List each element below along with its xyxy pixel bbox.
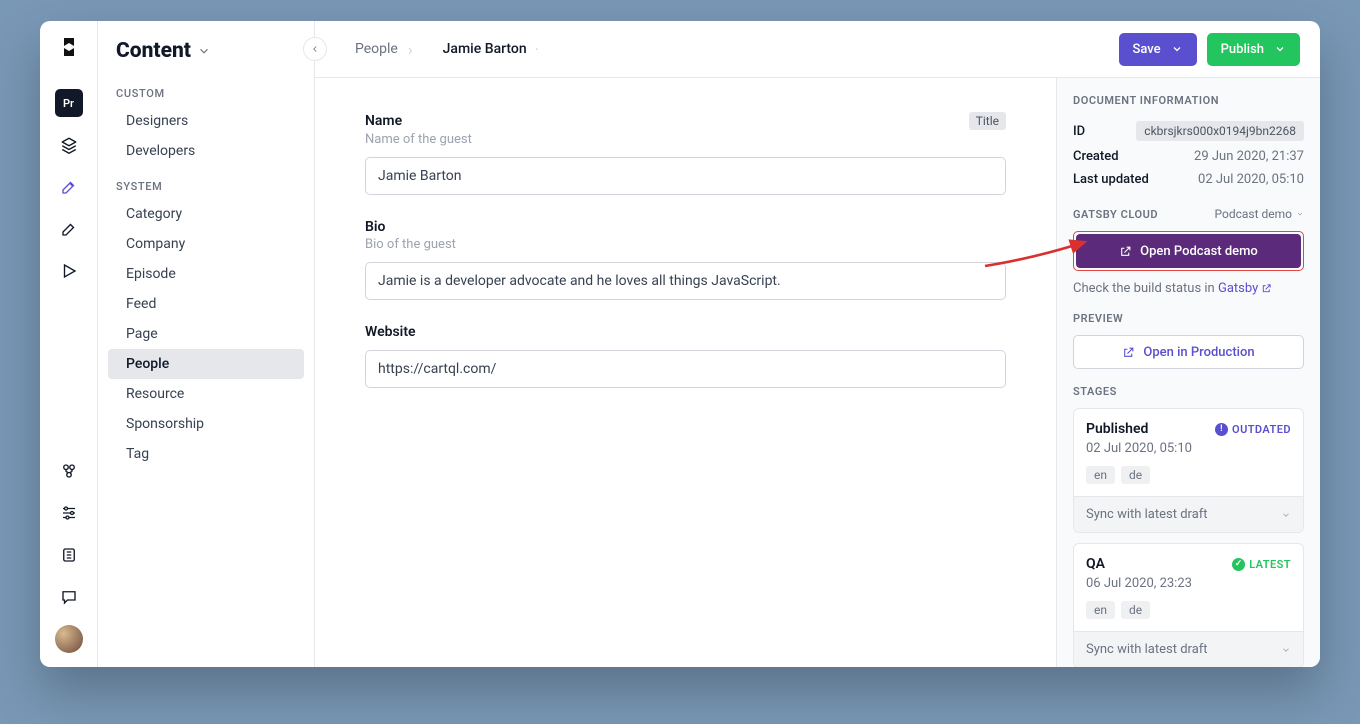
sidebar-item-designers[interactable]: Designers bbox=[108, 106, 304, 136]
field-name: Name Title Name of the guest bbox=[365, 112, 1006, 195]
sidebar-item-company[interactable]: Company bbox=[108, 229, 304, 259]
sync-with-draft-button[interactable]: Sync with latest draft bbox=[1074, 496, 1303, 532]
lang-chip[interactable]: de bbox=[1121, 466, 1150, 484]
sidebar-item-sponsorship[interactable]: Sponsorship bbox=[108, 409, 304, 439]
section-label-custom: CUSTOM bbox=[98, 81, 314, 106]
stage-title: QA bbox=[1086, 556, 1105, 572]
form-area: Name Title Name of the guest Bio Bio of … bbox=[315, 78, 1056, 667]
document-information: DOCUMENT INFORMATION ID ckbrsjkrs000x0194… bbox=[1057, 78, 1320, 207]
main-area: People › Jamie Barton · Save Publish Nam… bbox=[315, 21, 1320, 667]
gatsby-hint: Check the build status in Gatsby bbox=[1073, 281, 1304, 296]
save-button[interactable]: Save bbox=[1119, 33, 1197, 66]
breadcrumb-root[interactable]: People bbox=[355, 41, 398, 57]
stage-date: 02 Jul 2020, 05:10 bbox=[1086, 441, 1291, 456]
server-icon[interactable] bbox=[55, 541, 83, 569]
breadcrumb-sep: › bbox=[408, 40, 413, 59]
gatsby-link[interactable]: Gatsby bbox=[1218, 281, 1272, 296]
stage-date: 06 Jul 2020, 23:23 bbox=[1086, 576, 1291, 591]
bio-input[interactable] bbox=[365, 262, 1006, 300]
updated-label: Last updated bbox=[1073, 172, 1149, 187]
stages-section: STAGES Published !OUTDATED 02 Jul 2020, … bbox=[1057, 385, 1320, 667]
website-input[interactable] bbox=[365, 350, 1006, 388]
chevron-down-icon bbox=[1171, 43, 1183, 55]
id-label: ID bbox=[1073, 124, 1085, 139]
field-hint: Bio of the guest bbox=[365, 237, 1006, 252]
edit-icon[interactable] bbox=[55, 173, 83, 201]
field-bio: Bio Bio of the guest bbox=[365, 219, 1006, 300]
sidebar-item-resource[interactable]: Resource bbox=[108, 379, 304, 409]
gatsby-target-select[interactable]: Podcast demo bbox=[1214, 207, 1304, 221]
sidebar-item-tag[interactable]: Tag bbox=[108, 439, 304, 469]
breadcrumb-current: Jamie Barton bbox=[443, 41, 527, 57]
created-label: Created bbox=[1073, 149, 1119, 164]
sidebar-item-category[interactable]: Category bbox=[108, 199, 304, 229]
external-link-icon bbox=[1261, 283, 1272, 294]
breadcrumb-trailing: · bbox=[535, 40, 539, 59]
chevron-down-icon bbox=[1281, 510, 1291, 520]
section-label: DOCUMENT INFORMATION bbox=[1073, 94, 1304, 107]
brand-logo bbox=[57, 35, 81, 59]
sidebar: Content CUSTOM Designers Developers SYST… bbox=[98, 21, 315, 667]
field-label: Name bbox=[365, 113, 402, 129]
sync-with-draft-button[interactable]: Sync with latest draft bbox=[1074, 631, 1303, 667]
publish-button[interactable]: Publish bbox=[1207, 33, 1300, 66]
sidebar-item-people[interactable]: People bbox=[108, 349, 304, 379]
updated-value: 02 Jul 2020, 05:10 bbox=[1198, 172, 1304, 187]
lang-chip[interactable]: de bbox=[1121, 601, 1150, 619]
lang-chip[interactable]: en bbox=[1086, 601, 1115, 619]
right-panel: DOCUMENT INFORMATION ID ckbrsjkrs000x0194… bbox=[1056, 78, 1320, 667]
field-website: Website bbox=[365, 324, 1006, 388]
collapse-sidebar-button[interactable] bbox=[303, 37, 327, 61]
user-avatar[interactable] bbox=[55, 625, 83, 653]
chat-icon[interactable] bbox=[55, 583, 83, 611]
stage-card-qa: QA ✓LATEST 06 Jul 2020, 23:23 en de Sync… bbox=[1073, 543, 1304, 667]
lang-chip[interactable]: en bbox=[1086, 466, 1115, 484]
section-label-system: SYSTEM bbox=[98, 174, 314, 199]
webhooks-icon[interactable] bbox=[55, 457, 83, 485]
project-badge[interactable]: Pr bbox=[55, 89, 83, 117]
sidebar-item-developers[interactable]: Developers bbox=[108, 136, 304, 166]
chevron-down-icon bbox=[1281, 645, 1291, 655]
layers-icon[interactable] bbox=[55, 131, 83, 159]
topbar: People › Jamie Barton · Save Publish bbox=[315, 21, 1320, 78]
id-value[interactable]: ckbrsjkrs000x0194j9bn2268 bbox=[1136, 121, 1304, 141]
field-label: Website bbox=[365, 324, 416, 340]
demo-button-highlight: Open Podcast demo bbox=[1073, 231, 1304, 271]
field-hint: Name of the guest bbox=[365, 132, 1006, 147]
section-label: STAGES bbox=[1073, 385, 1304, 398]
sidebar-title[interactable]: Content bbox=[98, 39, 314, 81]
field-label: Bio bbox=[365, 219, 385, 235]
status-badge: ✓LATEST bbox=[1232, 558, 1291, 571]
external-link-icon bbox=[1122, 346, 1135, 359]
external-link-icon bbox=[1119, 245, 1132, 258]
sidebar-item-feed[interactable]: Feed bbox=[108, 289, 304, 319]
created-value: 29 Jun 2020, 21:37 bbox=[1194, 149, 1304, 164]
open-in-production-button[interactable]: Open in Production bbox=[1073, 335, 1304, 369]
title-badge: Title bbox=[969, 112, 1006, 130]
open-podcast-demo-button[interactable]: Open Podcast demo bbox=[1076, 234, 1301, 268]
chevron-down-icon bbox=[1274, 43, 1286, 55]
section-label: GATSBY CLOUD bbox=[1073, 208, 1158, 221]
status-badge: !OUTDATED bbox=[1215, 423, 1291, 436]
name-input[interactable] bbox=[365, 157, 1006, 195]
preview-section: PREVIEW Open in Production bbox=[1057, 312, 1320, 385]
stage-card-published: Published !OUTDATED 02 Jul 2020, 05:10 e… bbox=[1073, 408, 1304, 533]
icon-rail: Pr bbox=[40, 21, 98, 667]
stage-title: Published bbox=[1086, 421, 1148, 437]
settings-sliders-icon[interactable] bbox=[55, 499, 83, 527]
play-icon[interactable] bbox=[55, 257, 83, 285]
sidebar-item-page[interactable]: Page bbox=[108, 319, 304, 349]
chevron-down-icon bbox=[197, 44, 211, 58]
compose-icon[interactable] bbox=[55, 215, 83, 243]
sidebar-item-episode[interactable]: Episode bbox=[108, 259, 304, 289]
chevron-down-icon bbox=[1296, 210, 1304, 218]
section-label: PREVIEW bbox=[1073, 312, 1304, 325]
app-window: Pr Content CUSTOM Designers Developers S… bbox=[40, 21, 1320, 667]
gatsby-cloud: GATSBY CLOUD Podcast demo Open Podcast d… bbox=[1057, 207, 1320, 312]
